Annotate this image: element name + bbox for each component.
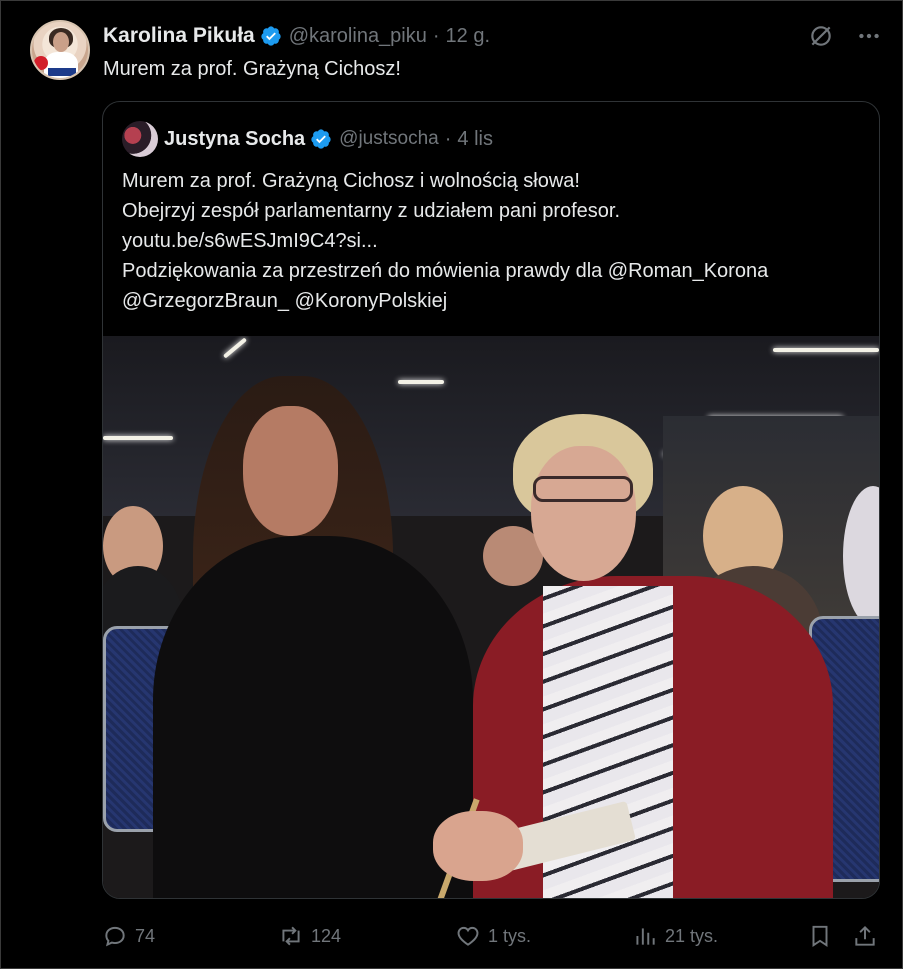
quoted-line: Obejrzyj zespół parlamentarny z udziałem… [122, 200, 621, 222]
repost-icon [282, 926, 300, 946]
reply-count: 74 [135, 925, 156, 946]
views-count: 21 tys. [665, 925, 719, 946]
ceiling-light [398, 380, 444, 384]
quoted-line: Podziękowania za przestrzeń do mówienia … [122, 260, 769, 282]
quoted-tweet-header: Justyna Socha @justsocha · 4 lis [164, 123, 493, 155]
quoted-author-name[interactable]: Justyna Socha [164, 128, 305, 151]
quoted-author-avatar[interactable] [122, 121, 158, 157]
quoted-tweet-text: Murem za prof. Grażyną Cichosz i wolnośc… [122, 166, 862, 316]
share-button[interactable] [852, 918, 878, 954]
verified-badge-icon [311, 129, 331, 149]
quoted-photo[interactable] [103, 336, 879, 898]
separator-dot: · [432, 24, 440, 47]
quoted-line: @GrzegorzBraun_ @KoronyPolskiej [122, 290, 448, 312]
repost-count: 124 [311, 925, 342, 946]
reply-button[interactable]: 74 [102, 918, 155, 954]
tweet-text: Murem za prof. Grażyną Cichosz! [103, 58, 401, 80]
author-avatar[interactable] [30, 20, 90, 80]
author-handle[interactable]: @karolina_piku [289, 25, 427, 48]
like-icon [457, 926, 479, 946]
repost-button[interactable]: 124 [278, 918, 341, 954]
tweet-top-actions [807, 22, 883, 50]
person-right-hand [433, 811, 523, 881]
quoted-line: Murem za prof. Grażyną Cichosz i wolnośc… [122, 170, 580, 192]
like-button[interactable]: 1 tys. [455, 918, 531, 954]
quoted-tweet[interactable]: Justyna Socha @justsocha · 4 lis Murem z… [102, 101, 880, 899]
person-left-body [153, 536, 473, 898]
person-right-glasses [533, 476, 633, 502]
ceiling-light [103, 436, 173, 440]
person-right-face [531, 446, 636, 581]
separator-dot: · [444, 127, 452, 150]
tweet-actions: 74 124 1 tys. 21 tys. [102, 918, 880, 954]
more-icon[interactable] [855, 22, 883, 50]
tweet-timestamp[interactable]: 12 g. [446, 25, 490, 48]
quoted-author-handle[interactable]: @justsocha [339, 128, 439, 150]
views-button[interactable]: 21 tys. [632, 918, 718, 954]
person-left-face [243, 406, 338, 536]
views-icon [636, 928, 655, 945]
share-icon [855, 925, 875, 946]
quoted-link[interactable]: youtu.be/s6wESJmI9C4?si... [122, 226, 862, 256]
ceiling-light [773, 348, 879, 352]
reply-icon [105, 926, 125, 947]
bookmark-button[interactable] [807, 918, 833, 954]
quoted-timestamp[interactable]: 4 lis [457, 128, 493, 151]
grok-icon[interactable] [807, 22, 835, 50]
verified-badge-icon [261, 26, 281, 46]
bookmark-icon [812, 925, 828, 948]
author-name[interactable]: Karolina Pikuła [103, 24, 255, 48]
like-count: 1 tys. [488, 925, 532, 946]
tweet-header: Karolina Pikuła @karolina_piku · 12 g. [103, 20, 490, 52]
